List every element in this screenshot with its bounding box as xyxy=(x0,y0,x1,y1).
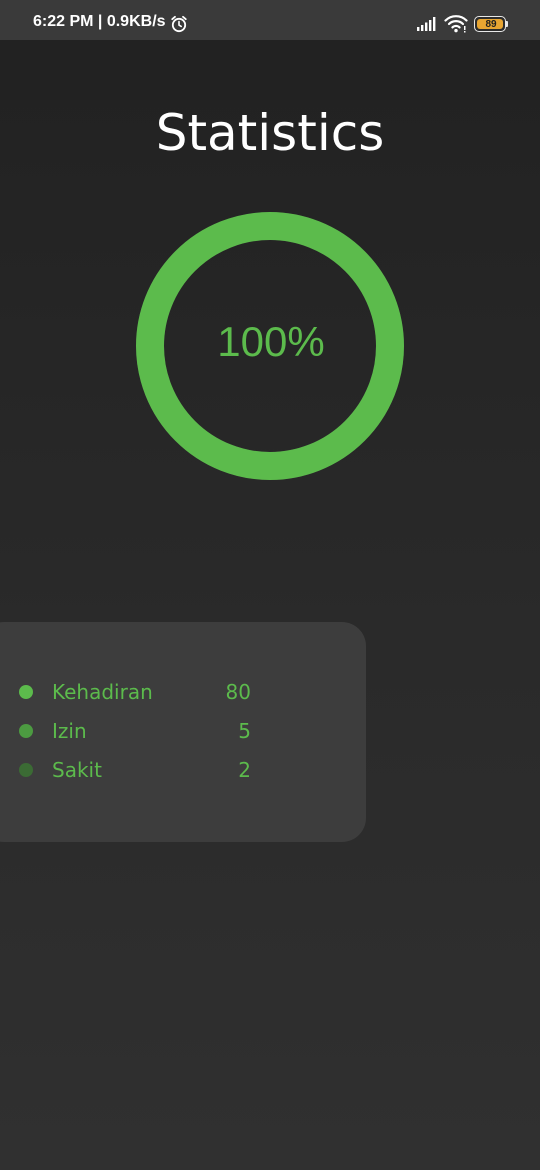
alarm-icon xyxy=(171,15,187,33)
legend-item-kehadiran: Kehadiran 80 xyxy=(0,677,366,707)
signal-icon xyxy=(417,17,436,31)
status-time: 6:22 PM | 0.9KB/s xyxy=(33,13,166,30)
legend-label: Sakit xyxy=(52,758,102,782)
battery-icon: 89 xyxy=(474,16,508,32)
legend-dot-sakit xyxy=(19,763,33,777)
progress-percentage: 100% xyxy=(217,318,325,365)
legend-value: 5 xyxy=(238,719,251,743)
legend-item-sakit: Sakit 2 xyxy=(0,755,366,785)
battery-level: 89 xyxy=(485,19,497,30)
wifi-icon xyxy=(444,15,468,33)
page-title: Statistics xyxy=(155,104,385,162)
stats-card: Kehadiran 80 Izin 5 Sakit 2 xyxy=(0,622,366,842)
legend-item-izin: Izin 5 xyxy=(0,716,366,746)
legend-value: 80 xyxy=(225,680,251,704)
legend-dot-kehadiran xyxy=(19,685,33,699)
legend-dot-izin xyxy=(19,724,33,738)
legend-label: Izin xyxy=(52,719,87,743)
legend-label: Kehadiran xyxy=(52,680,153,704)
status-bar: 6:22 PM | 0.9KB/s 89 xyxy=(0,0,540,40)
legend-value: 2 xyxy=(238,758,251,782)
